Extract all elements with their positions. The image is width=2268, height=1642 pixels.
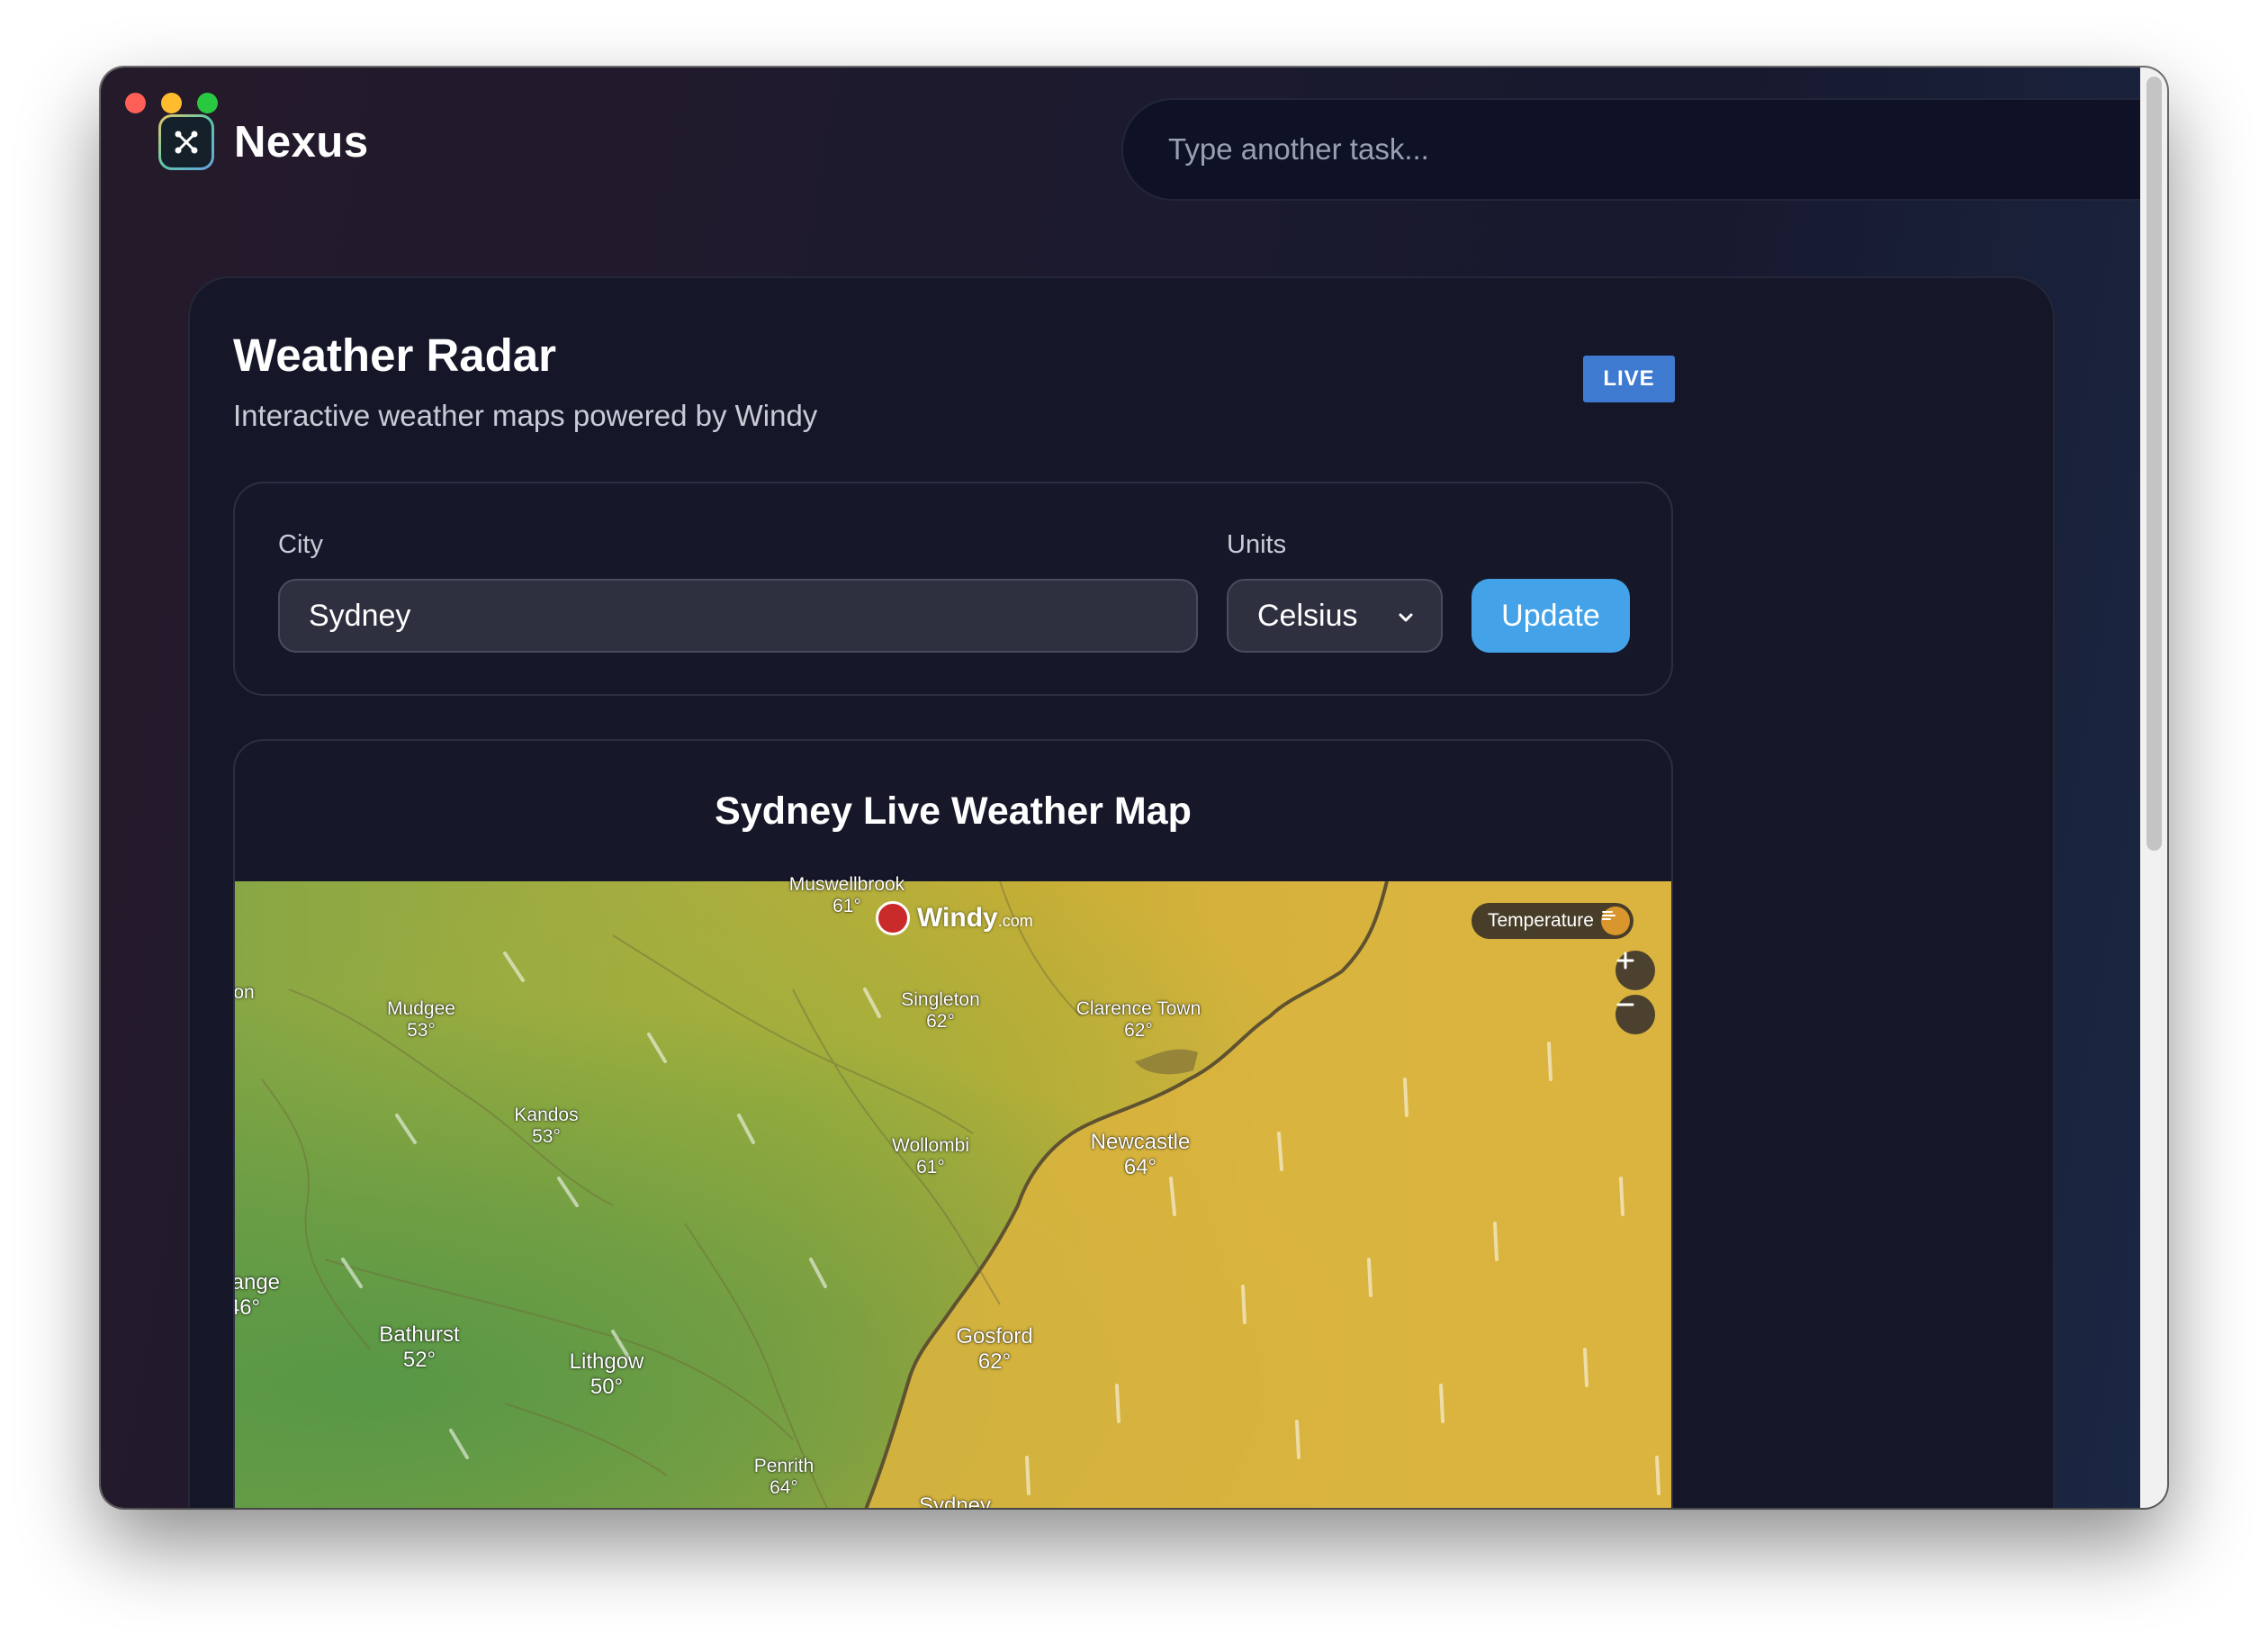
plus-icon [1616,952,1634,970]
place-label: Lithgow 50° [569,1349,644,1399]
place-label: Muswellbrook 61° [788,874,905,916]
layer-label: Temperature [1488,910,1594,931]
windy-suffix: .com [997,912,1033,930]
units-label: Units [1227,530,1287,559]
close-window-button[interactable] [125,93,146,113]
place-label: Singleton 62° [901,989,980,1032]
page-title: Weather Radar [233,329,557,381]
wind-layer-icon [1600,907,1630,935]
map-terrain [261,881,1671,1508]
city-input-value: Sydney [309,598,411,633]
place-label: Gosford 62° [956,1324,1033,1374]
windy-name: Windy [917,903,998,933]
layer-chip[interactable]: Temperature [1472,903,1634,939]
minus-icon [1616,1003,1634,1006]
zoom-out-button[interactable] [1616,995,1655,1034]
place-label: Sydney [918,1493,992,1508]
place-label: Wollombi 61° [892,1135,969,1177]
window-controls [125,93,218,113]
place-label: on [233,982,255,1003]
place-label: Mudgee 53° [387,998,455,1041]
live-badge: LIVE [1583,356,1675,402]
units-select[interactable]: Celsius [1227,579,1443,653]
place-label: Orange46° [235,1270,281,1320]
map-panel: Sydney Live Weather Map Windy.com Temper… [233,739,1673,1508]
scrollbar-thumb[interactable] [2146,77,2162,851]
weather-radar-card: Weather Radar Interactive weather maps p… [188,276,2055,1508]
map-title: Sydney Live Weather Map [715,789,1192,833]
zoom-window-button[interactable] [197,93,218,113]
app-name: Nexus [234,118,369,167]
page-subtitle: Interactive weather maps powered by Wind… [233,399,818,432]
units-select-value: Celsius [1257,598,1358,633]
city-input[interactable]: Sydney [278,579,1198,653]
place-label: Clarence Town 62° [1076,998,1202,1041]
city-label: City [278,530,323,559]
weather-map[interactable]: Windy.com Temperature Muswellbrook 61° Mu… [233,874,1671,1508]
minimize-window-button[interactable] [161,93,182,113]
place-label: Bathurst 52° [379,1322,460,1372]
app-window: Nexus Type another task... Weather Radar… [101,68,2167,1508]
place-label: Newcastle 64° [1090,1130,1191,1179]
place-label: Kandos 53° [514,1105,579,1147]
chevron-down-icon [1399,613,1413,622]
nexus-logo-icon [158,114,214,170]
place-label: Penrith 64° [753,1456,814,1498]
settings-form: City Sydney Units Celsius Update [233,482,1673,696]
zoom-in-button[interactable] [1616,951,1655,990]
brand: Nexus [158,114,369,170]
scrollbar[interactable] [2140,68,2167,1508]
task-input[interactable]: Type another task... [1121,98,2167,201]
task-input-placeholder: Type another task... [1168,132,1429,166]
update-button[interactable]: Update [1472,579,1630,653]
